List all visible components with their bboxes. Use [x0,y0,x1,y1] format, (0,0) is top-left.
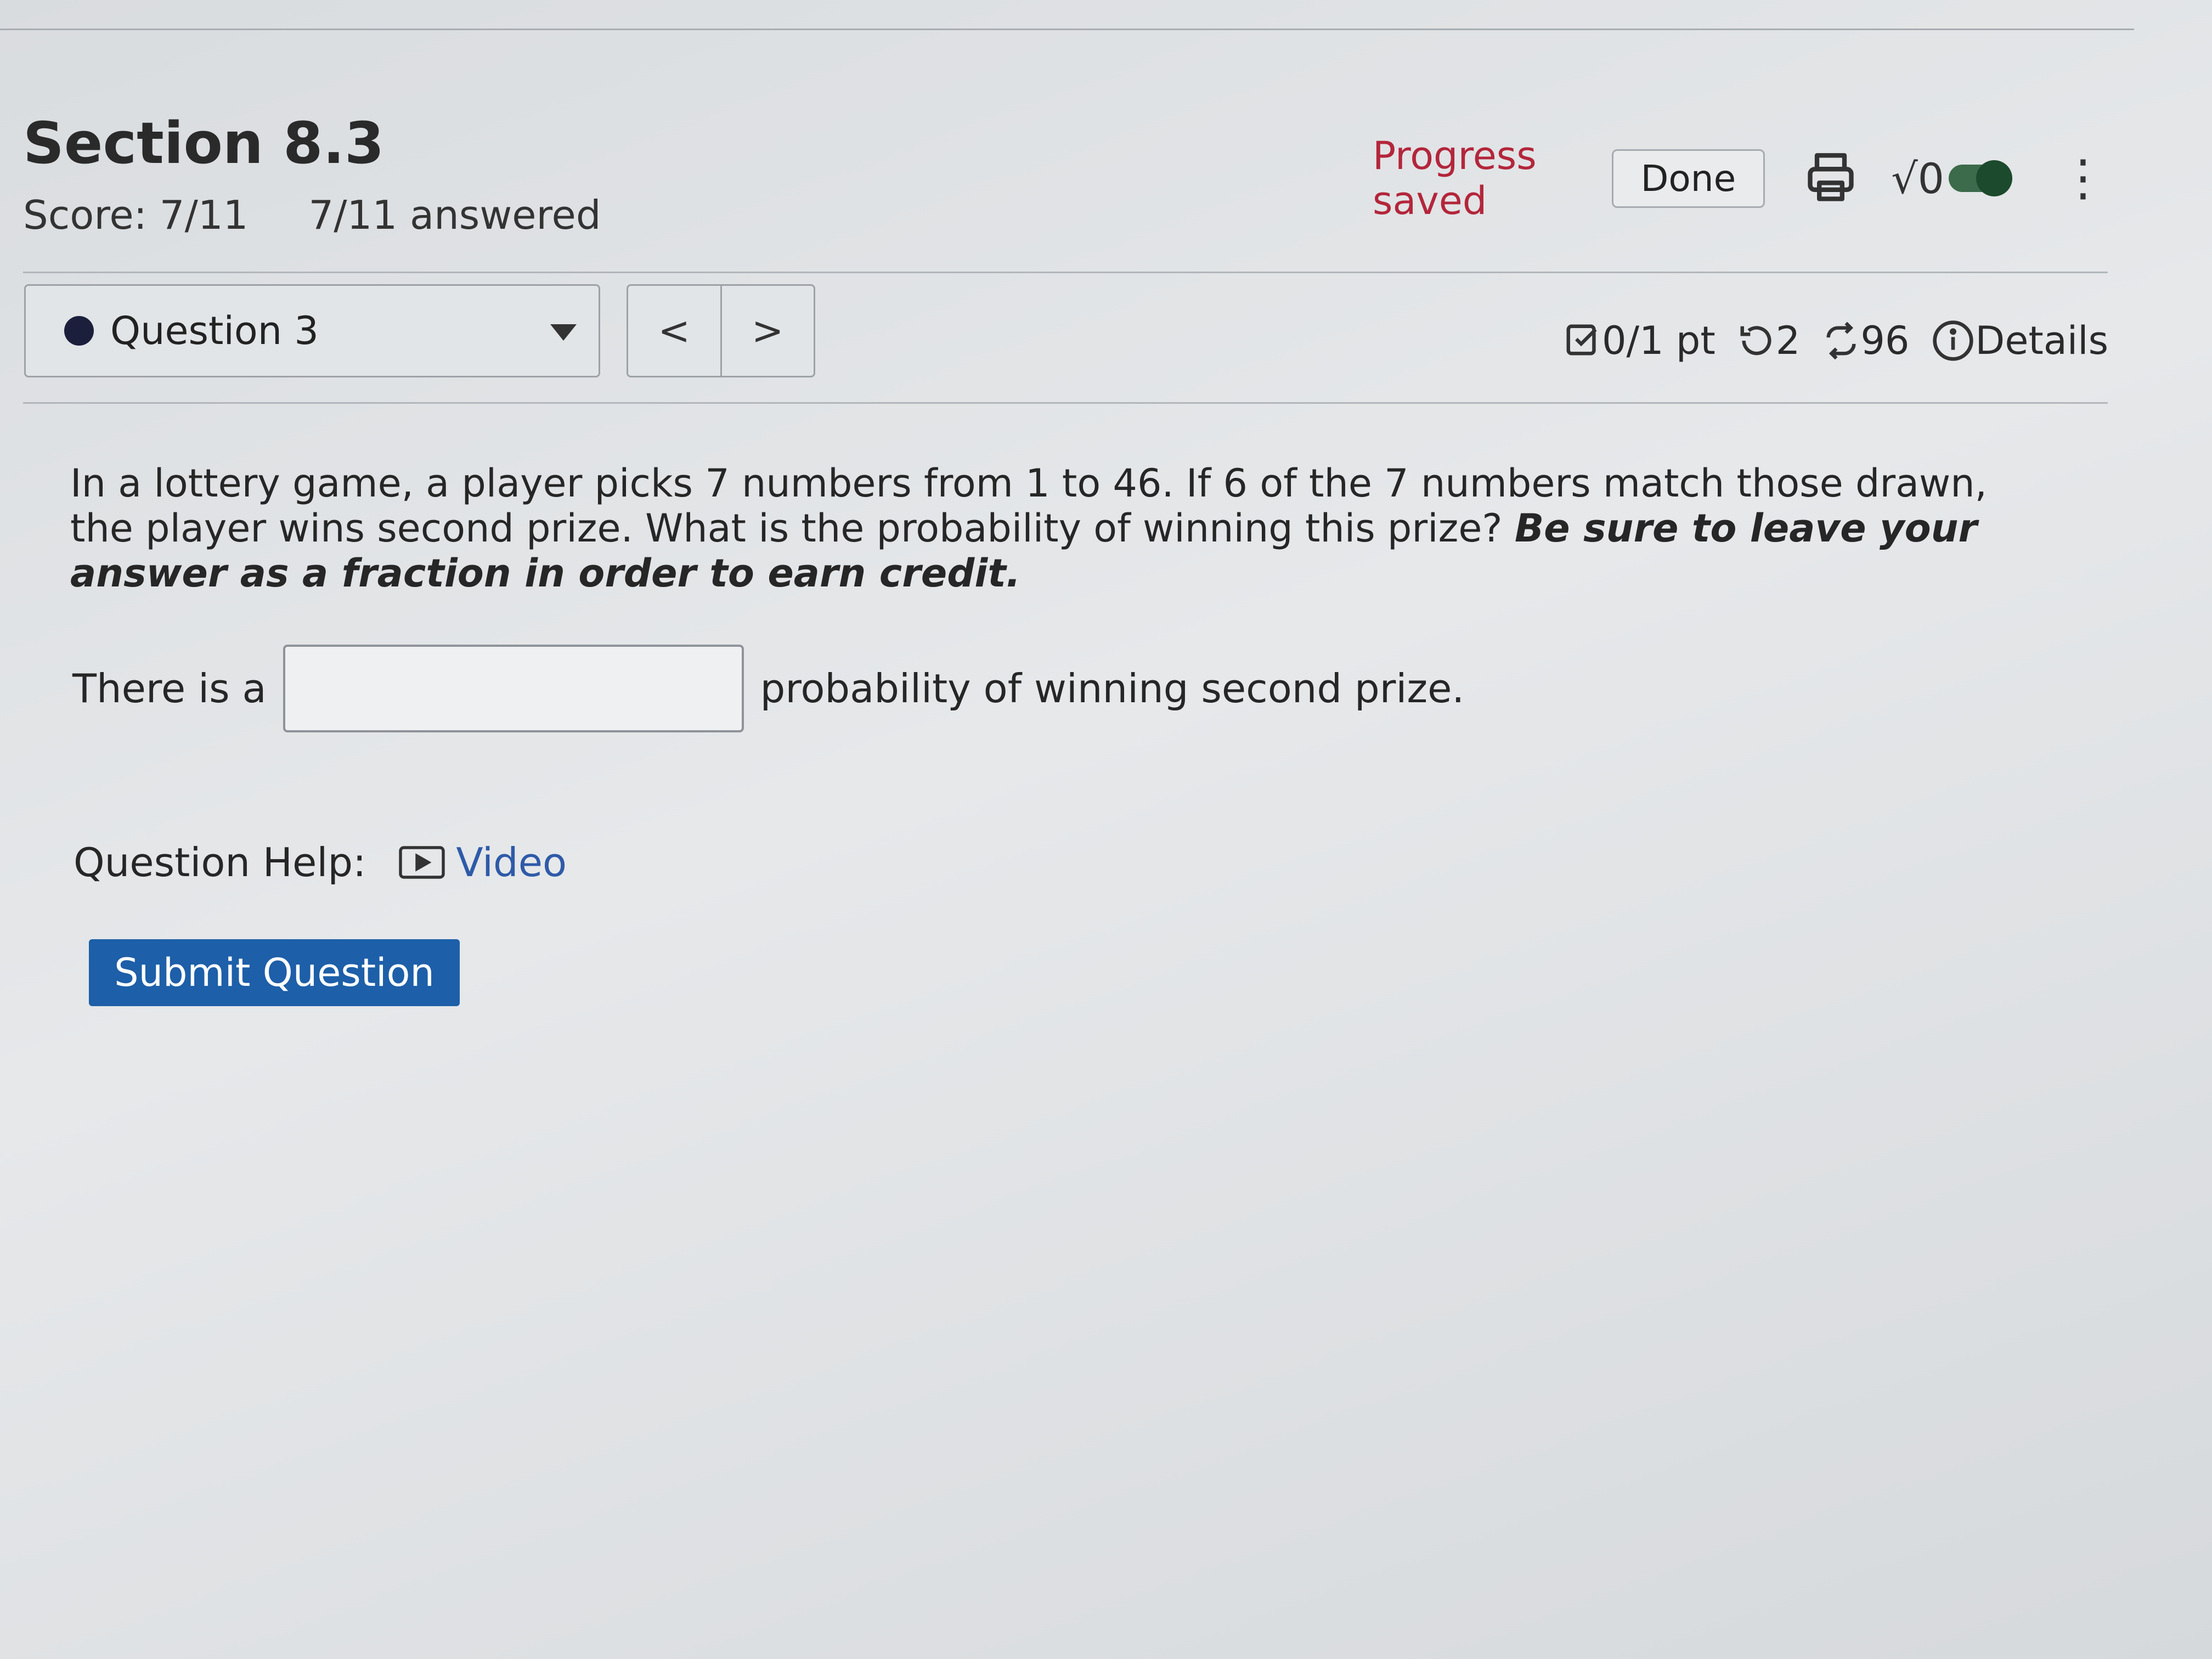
toggle-switch[interactable] [1949,160,2012,196]
more-options-icon[interactable]: ⋮ [2058,154,2108,203]
question-selector[interactable]: Question 3 [24,284,600,377]
video-link[interactable]: Video [399,839,567,885]
score-line: Score: 7/11 7/11 answered [23,192,662,238]
section-title: Section 8.3 [23,110,385,177]
header-actions: Progress saved Done √0 ⋮ [1373,133,2108,223]
video-label: Video [456,839,567,885]
question-selector-label: Question 3 [110,308,319,353]
answered-text: 7/11 answered [308,192,601,238]
question-help-label: Question Help: [74,839,366,885]
attempts-text: 96 [1860,318,1910,363]
checkbox-icon [1566,324,1597,356]
previous-question-button[interactable]: < [628,286,722,376]
progress-status: Progress saved [1373,133,1537,223]
answer-prefix: There is a [72,665,267,712]
retries-text: 2 [1775,318,1801,363]
top-divider [0,29,2134,30]
answer-suffix: probability of winning second prize. [760,665,1465,712]
info-icon [1933,320,1974,361]
points-indicator: 0/1 pt [1564,318,1716,363]
video-icon [399,846,445,879]
question-text: In a lottery game, a player picks 7 numb… [70,461,2034,596]
print-icon[interactable] [1803,151,1858,206]
points-text: 0/1 pt [1602,318,1716,363]
answer-row: There is a probability of winning second… [72,645,1464,732]
score-text: Score: 7/11 [23,192,249,238]
undo-icon [1740,326,1771,356]
repeat-icon [1826,321,1856,360]
question-meta: 0/1 pt 2 96 Details [1564,318,2108,363]
toggle-knob [1976,160,2012,196]
assignment-header: Section 8.3 Score: 7/11 7/11 answered Pro… [23,110,2108,252]
done-button[interactable]: Done [1611,149,1765,208]
answer-input[interactable] [283,645,744,732]
details-label: Details [1975,318,2109,363]
sqrt-icon: √0 [1891,154,1944,203]
details-button[interactable]: Details [1931,318,2108,363]
next-question-button[interactable]: > [722,286,814,376]
attempts-indicator: 96 [1822,318,1909,363]
header-divider [23,272,2108,273]
question-nav: < > [627,284,815,377]
math-display-toggle[interactable]: √0 [1891,154,2012,203]
chevron-down-icon [550,324,577,341]
submit-question-button[interactable]: Submit Question [89,939,460,1006]
question-divider [23,402,2108,404]
retries-indicator: 2 [1737,318,1801,363]
question-status-dot [64,316,94,346]
question-help: Question Help: Video [74,839,567,885]
